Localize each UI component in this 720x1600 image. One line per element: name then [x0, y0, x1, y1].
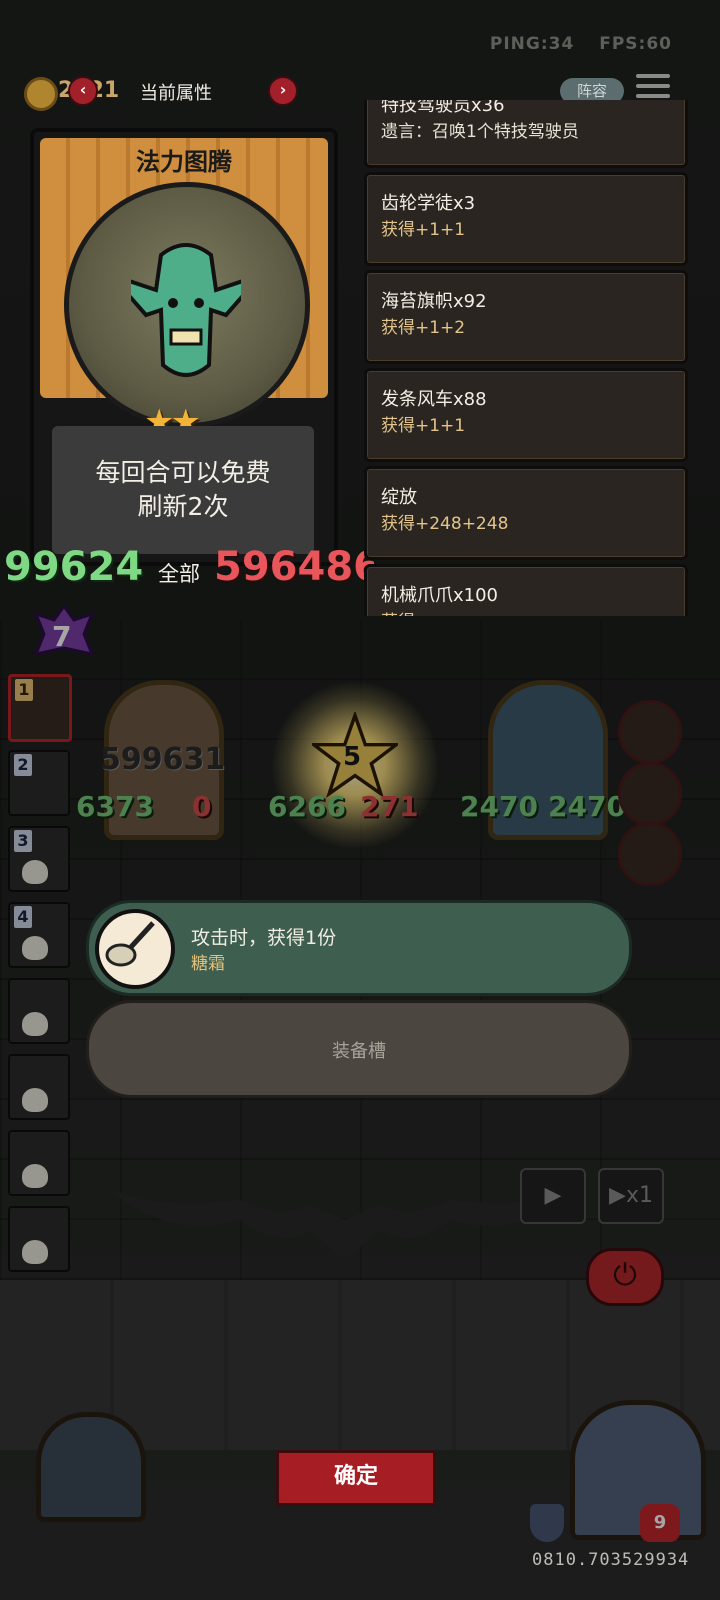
ping: PING:34 [489, 34, 575, 54]
list-item[interactable]: 海苔旗帜x92 获得+1+2 [364, 270, 688, 364]
card-description: 每回合可以免费 刷新2次 [52, 456, 314, 524]
item-effect: 获得+248+248 [381, 514, 509, 534]
item-effect: 获得+1+1 [381, 220, 466, 240]
equipment-slot-label: 装备槽 [332, 1041, 386, 1062]
list-item[interactable]: 特技驾驶员x36 遗言：召唤1个特技驾驶员 [364, 100, 688, 168]
item-name: 海苔旗帜x92 [381, 291, 487, 312]
list-item[interactable]: 发条风车x88 获得+1+1 [364, 368, 688, 462]
prev-arrow-button[interactable]: ‹ [68, 76, 98, 106]
sugar-spoon-icon [105, 921, 155, 967]
totem-mask-icon [131, 243, 241, 377]
card-title: 法力图腾 [136, 148, 232, 176]
gold-coin-icon [24, 77, 58, 111]
session-id: 0810.703529934 [532, 1550, 690, 1570]
list-item[interactable]: 机械爪爪x100 获得 [364, 564, 688, 616]
totem-card: 法力图腾 ★★ 每回合可以免费 刷新2次 [30, 128, 338, 566]
fps: FPS:60 [599, 34, 672, 54]
item-tooltip: 攻击时，获得1份 糖霜 [86, 900, 632, 996]
item-name: 绽放 [381, 487, 417, 508]
item-effect: 获得+1+1 [381, 416, 466, 436]
page-title: 当前属性 [140, 83, 212, 104]
item-name: 齿轮学徒x3 [381, 193, 476, 214]
total-attack: 99624 [4, 544, 144, 590]
item-name: 特技驾驶员x36 [381, 100, 505, 116]
item-effect: 获得+1+2 [381, 318, 466, 338]
list-item[interactable]: 绽放 获得+248+248 [364, 466, 688, 560]
tooltip-line-1: 攻击时，获得1份 [191, 927, 337, 949]
item-name: 发条风车x88 [381, 389, 487, 410]
item-name: 机械爪爪x100 [381, 585, 499, 606]
item-effect: 获得 [381, 607, 415, 616]
equipment-slot[interactable]: 装备槽 [86, 1000, 632, 1098]
confirm-button[interactable]: 确定 [276, 1450, 436, 1506]
spoon-icon [95, 909, 175, 989]
item-effect: 遗言：召唤1个特技驾驶员 [381, 122, 579, 142]
list-item[interactable]: 齿轮学徒x3 获得+1+1 [364, 172, 688, 266]
next-arrow-button[interactable]: › [268, 76, 298, 106]
card-description-box: 每回合可以免费 刷新2次 [52, 426, 314, 554]
tooltip-line-2: 糖霜 [191, 954, 225, 974]
card-desc-line-2: 刷新2次 [137, 492, 229, 521]
total-health: 596486 [214, 544, 374, 590]
card-portrait [64, 182, 310, 428]
network-stats: PING:34 FPS:60 [472, 34, 672, 54]
attribute-list[interactable]: 特技驾驶员x36 遗言：召唤1个特技驾驶员 齿轮学徒x3 获得+1+1 海苔旗帜… [356, 100, 696, 616]
totals-label: 全部 [158, 562, 200, 586]
card-desc-line-1: 每回合可以免费 [95, 458, 271, 487]
